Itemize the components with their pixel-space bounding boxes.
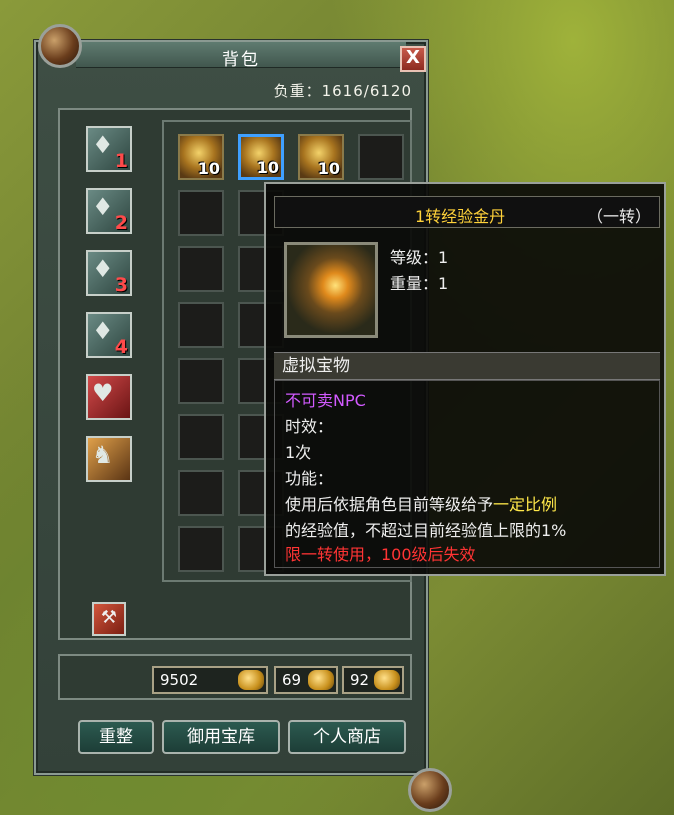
restriction-note: 限一转使用，100级后失效 bbox=[285, 545, 476, 564]
weight-label: 负重：1616/6120 bbox=[273, 82, 412, 100]
equipment-tab[interactable]: ♥ bbox=[86, 374, 132, 420]
inventory-slot[interactable] bbox=[178, 470, 224, 516]
item-level: 等级：1 bbox=[390, 248, 449, 267]
desc-highlight: 一定比例 bbox=[493, 495, 558, 514]
inventory-slot-selected[interactable]: 10 bbox=[238, 134, 284, 180]
shop-button[interactable]: 个人商店 bbox=[288, 720, 406, 754]
inventory-slot[interactable]: 10 bbox=[298, 134, 344, 180]
function-desc-line1: 使用后依据角色目前等级给予一定比例 bbox=[285, 495, 558, 514]
bag-tab-3[interactable]: ♦ 3 bbox=[86, 250, 132, 296]
bag-tab-4[interactable]: ♦ 4 bbox=[86, 312, 132, 358]
repair-button[interactable]: ⚒ bbox=[92, 602, 126, 636]
bag-tab-1[interactable]: ♦ 1 bbox=[86, 126, 132, 172]
tooltip-body: 不可卖NPC 时效： 1次 功能： 使用后依据角色目前等级给予一定比例 的经验值… bbox=[274, 380, 660, 568]
corner-knob-top bbox=[38, 24, 82, 68]
vault-button[interactable]: 御用宝库 bbox=[162, 720, 280, 754]
inventory-slot[interactable] bbox=[178, 302, 224, 348]
close-button[interactable]: X bbox=[400, 46, 426, 72]
points-amount: 92 bbox=[350, 671, 370, 689]
inventory-slot[interactable] bbox=[358, 134, 404, 180]
item-tooltip: 1转经验金丹 （一转） 等级：1 重量：1 虚拟宝物 不可卖NPC 时效： 1次… bbox=[264, 182, 666, 576]
bag-icon: ♦ bbox=[92, 131, 114, 159]
tooltip-header: 1转经验金丹 （一转） bbox=[274, 196, 660, 228]
mount-tab[interactable]: ♞ bbox=[86, 436, 132, 482]
function-label: 功能： bbox=[285, 469, 334, 488]
inventory-slot[interactable] bbox=[178, 246, 224, 292]
sort-button[interactable]: 重整 bbox=[78, 720, 154, 754]
coupon-display: 69 bbox=[274, 666, 338, 694]
corner-knob-bottom bbox=[408, 768, 452, 812]
hammer-icon: ⚒ bbox=[100, 607, 118, 628]
inventory-slot[interactable] bbox=[178, 526, 224, 572]
bag-tab-2[interactable]: ♦ 2 bbox=[86, 188, 132, 234]
close-icon: X bbox=[406, 47, 420, 68]
currency-bar: 9502 69 92 bbox=[58, 654, 412, 700]
inventory-slot[interactable] bbox=[178, 190, 224, 236]
coupon-icon bbox=[308, 670, 334, 690]
mount-icon: ♞ bbox=[92, 441, 114, 469]
item-icon bbox=[284, 242, 378, 338]
duration-value: 1次 bbox=[285, 443, 312, 462]
inventory-slot[interactable] bbox=[178, 414, 224, 460]
duration-label: 时效： bbox=[285, 417, 334, 436]
bag-icon: ♦ bbox=[92, 255, 114, 283]
window-title: 背包 bbox=[222, 50, 260, 70]
bag-icon: ♦ bbox=[92, 193, 114, 221]
gold-ingot-icon bbox=[238, 670, 264, 690]
gold-amount: 9502 bbox=[160, 671, 199, 689]
coupon-amount: 69 bbox=[282, 671, 302, 689]
unsellable-note: 不可卖NPC bbox=[285, 391, 366, 410]
bag-icon: ♦ bbox=[92, 317, 114, 345]
armor-icon: ♥ bbox=[92, 379, 114, 407]
gold-display: 9502 bbox=[152, 666, 268, 694]
title-bar[interactable]: 背包 bbox=[76, 42, 406, 70]
coin-icon bbox=[374, 670, 400, 690]
inventory-slot[interactable] bbox=[178, 358, 224, 404]
points-display: 92 bbox=[342, 666, 404, 694]
function-desc-line2: 的经验值，不超过目前经验值上限的1% bbox=[285, 521, 567, 540]
item-type: 虚拟宝物 bbox=[274, 352, 660, 380]
inventory-slot[interactable]: 10 bbox=[178, 134, 224, 180]
item-weight: 重量：1 bbox=[390, 274, 449, 293]
item-rank: （一转） bbox=[586, 207, 651, 226]
item-name: 1转经验金丹 bbox=[415, 207, 506, 226]
